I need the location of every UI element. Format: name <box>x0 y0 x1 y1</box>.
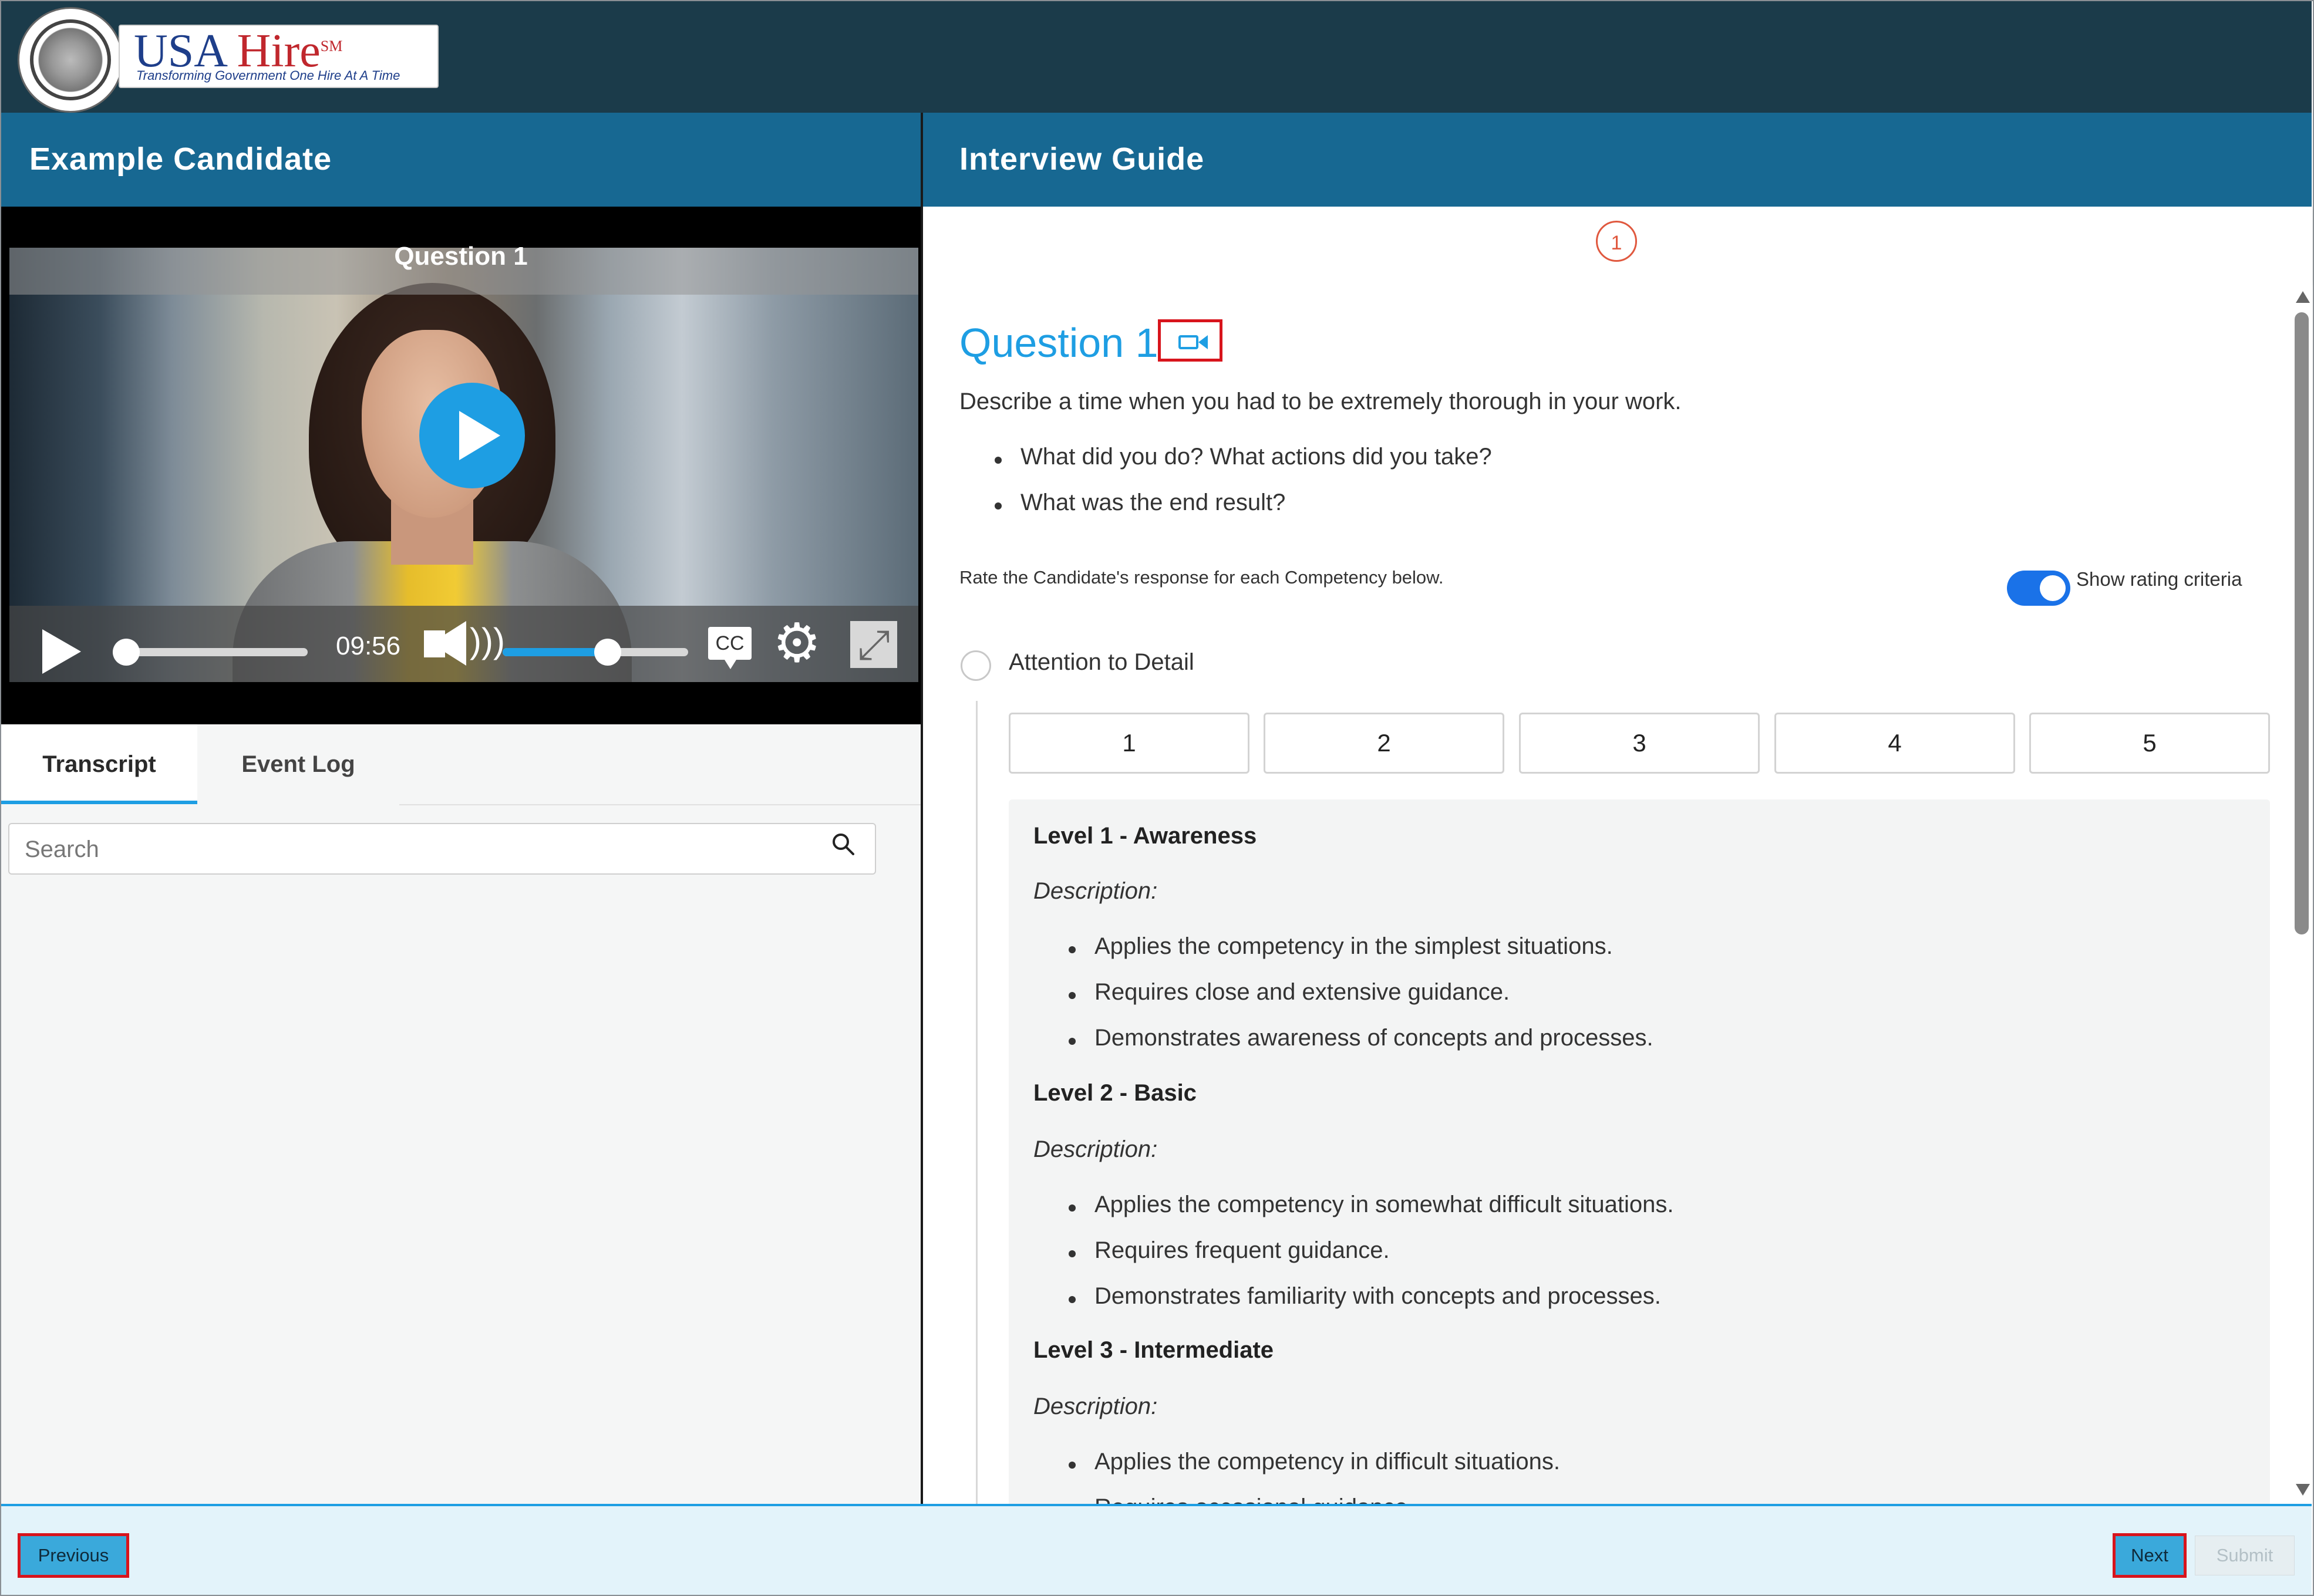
content-scrollbar[interactable] <box>2291 283 2312 1504</box>
video-camera-icon <box>1178 335 1198 349</box>
opm-seal-logo <box>18 7 123 113</box>
rating-button-3[interactable]: 3 <box>1519 713 1760 774</box>
competency-label: Attention to Detail <box>1009 649 1194 675</box>
tab-divider <box>399 804 921 805</box>
show-rating-criteria-toggle[interactable] <box>2007 571 2070 606</box>
level-heading: Level 3 - Intermediate <box>1033 1337 1274 1363</box>
logo-sm-mark: SM <box>320 38 343 55</box>
interview-guide-header: Interview Guide <box>923 113 2312 207</box>
fullscreen-icon[interactable]: ⤢ <box>850 621 897 668</box>
criteria-item: Applies the competency in somewhat diffi… <box>1068 1192 1674 1217</box>
scroll-up-icon[interactable] <box>2296 291 2310 303</box>
level-description-label: Description: <box>1033 1136 1158 1162</box>
rating-instruction: Rate the Candidate's response for each C… <box>959 567 1444 588</box>
play-pause-button[interactable] <box>42 629 81 674</box>
level-description-label: Description: <box>1033 1393 1158 1419</box>
level-heading: Level 1 - Awareness <box>1033 823 1257 849</box>
criteria-item: Requires frequent guidance. <box>1069 1237 1390 1263</box>
question-text: Describe a time when you had to be extre… <box>959 389 1682 414</box>
level-heading: Level 2 - Basic <box>1033 1080 1197 1106</box>
usa-hire-logo: USA HireSM Transforming Government One H… <box>119 25 439 88</box>
search-icon[interactable] <box>831 832 855 856</box>
rating-button-2[interactable]: 2 <box>1264 713 1504 774</box>
video-controls: 09:56 ))) CC ⚙ ⤢ <box>9 606 918 682</box>
video-camera-button[interactable] <box>1158 319 1222 362</box>
tab-transcript[interactable]: Transcript <box>1 724 197 804</box>
question-bullet: What was the end result? <box>994 490 1286 515</box>
gear-icon[interactable]: ⚙ <box>773 616 821 670</box>
play-icon <box>459 411 500 460</box>
candidate-header: Example Candidate <box>1 113 922 207</box>
criteria-item: Requires occasional guidance. <box>1094 1494 1414 1504</box>
top-bar: USA HireSM Transforming Government One H… <box>1 1 2312 113</box>
step-1[interactable]: 1 <box>1596 221 1637 262</box>
criteria-item: Requires close and extensive guidance. <box>1068 979 1510 1005</box>
previous-button[interactable]: Previous <box>18 1533 129 1578</box>
question-bullet: What did you do? What actions did you ta… <box>995 444 1492 470</box>
video-title: Question 1 <box>394 242 528 271</box>
closed-captions-button[interactable]: CC <box>708 627 752 669</box>
volume-fill <box>503 648 608 656</box>
interview-guide-content: Question 1 Describe a time when you had … <box>923 283 2291 1504</box>
level-description-label: Description: <box>1033 878 1158 904</box>
next-button[interactable]: Next <box>2113 1533 2187 1578</box>
footer-bar: Previous Next Submit <box>1 1504 2312 1595</box>
criteria-item: Applies the competency in the simplest s… <box>1069 933 1613 959</box>
show-rating-criteria-label: Show rating criteria <box>2076 568 2242 590</box>
video-player[interactable]: Question 1 09:56 ))) CC ⚙ ⤢ <box>1 207 921 724</box>
big-play-button[interactable] <box>419 383 525 488</box>
scroll-thumb[interactable] <box>2295 312 2309 934</box>
tab-event-log[interactable]: Event Log <box>197 724 399 804</box>
volume-handle[interactable] <box>594 639 621 666</box>
seek-handle[interactable] <box>113 639 140 666</box>
video-time: 09:56 <box>336 632 401 660</box>
submit-button[interactable]: Submit <box>2195 1536 2295 1575</box>
competency-radio[interactable] <box>961 650 991 681</box>
competency-guide-line <box>976 701 978 1504</box>
logo-tagline: Transforming Government One Hire At A Ti… <box>136 68 400 83</box>
criteria-item: Demonstrates familiarity with concepts a… <box>1069 1283 1661 1309</box>
rating-button-1[interactable]: 1 <box>1009 713 1249 774</box>
rating-button-5[interactable]: 5 <box>2029 713 2270 774</box>
scroll-down-icon[interactable] <box>2296 1484 2310 1496</box>
rating-button-4[interactable]: 4 <box>1774 713 2015 774</box>
transcript-search <box>8 823 876 875</box>
rating-criteria-panel: Level 1 - Awareness Description: Applies… <box>1009 799 2270 1504</box>
question-stepper: 1 <box>923 207 2312 283</box>
question-title: Question 1 <box>959 320 1158 366</box>
criteria-item: Demonstrates awareness of concepts and p… <box>1069 1025 1653 1051</box>
criteria-item: Applies the competency in difficult situ… <box>1068 1449 1561 1474</box>
search-input[interactable] <box>23 832 801 866</box>
seek-bar[interactable] <box>121 648 308 656</box>
